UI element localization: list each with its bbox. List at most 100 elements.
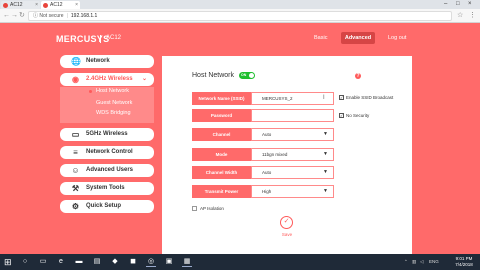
- password-label: Password: [192, 109, 251, 122]
- app-icon[interactable]: ▣: [164, 257, 174, 267]
- sidebar-item-quick-setup[interactable]: ⚙ Quick Setup: [60, 200, 154, 213]
- volume-icon[interactable]: ◁: [420, 258, 423, 266]
- app-icon[interactable]: ◼: [128, 257, 138, 267]
- submenu-item-wds-bridging[interactable]: WDS Bridging: [60, 109, 154, 118]
- browser-toolbar: ← → ↻ ⓘ Not secure | 192.168.1.1 ☆ ⋮: [0, 9, 480, 23]
- address-bar[interactable]: ⓘ Not secure | 192.168.1.1: [28, 11, 452, 21]
- url-text: 192.168.1.1: [70, 13, 98, 19]
- chrome-icon[interactable]: ◎: [146, 257, 156, 267]
- language-indicator[interactable]: ENG: [429, 258, 439, 266]
- menu-icon[interactable]: ⋮: [469, 11, 476, 20]
- ssid-input[interactable]: MERCUSYS_2 I: [251, 92, 334, 105]
- channel-select[interactable]: Auto ▼: [251, 128, 334, 141]
- transmit-power-label: Transmit Power: [192, 185, 251, 198]
- channel-width-value: Auto: [262, 170, 272, 175]
- mode-value: 11bgn mixed: [262, 152, 288, 157]
- channel-row: Channel Auto ▼: [192, 128, 334, 141]
- task-view-icon[interactable]: ▭: [38, 257, 48, 267]
- mode-select[interactable]: 11bgn mixed ▼: [251, 148, 334, 161]
- users-icon: ☺: [71, 166, 80, 175]
- ap-isolation-checkbox[interactable]: AP Isolation: [192, 206, 224, 212]
- windows-start-icon[interactable]: ⊞: [4, 257, 12, 267]
- channel-value: Auto: [262, 132, 272, 137]
- submenu-label: WDS Bridging: [96, 110, 131, 116]
- ssid-label: Network Name (SSID): [192, 92, 251, 105]
- wifi-5g-icon: ▭: [71, 130, 80, 139]
- toggle-knob: [249, 73, 254, 78]
- reload-icon[interactable]: ↻: [19, 11, 25, 20]
- no-security-checkbox[interactable]: ✓ No Security: [339, 113, 369, 119]
- channel-width-row: Channel Width Auto ▼: [192, 166, 334, 179]
- tray-chevron-icon[interactable]: ⌃: [404, 258, 408, 266]
- app-icon[interactable]: ◆: [110, 257, 120, 267]
- checkbox-label: Enable SSID Broadcast: [346, 95, 394, 100]
- transmit-power-select[interactable]: High ▼: [251, 185, 334, 198]
- store-icon[interactable]: ▤: [92, 257, 102, 267]
- submenu-label: Guest Network: [96, 100, 133, 106]
- dropdown-caret-icon: ▼: [323, 131, 328, 137]
- checkbox-unchecked-icon: [192, 206, 197, 212]
- back-icon[interactable]: ←: [3, 11, 10, 20]
- sidebar-item-system-tools[interactable]: ⚒ System Tools: [60, 182, 154, 195]
- save-label[interactable]: Save: [280, 232, 294, 237]
- host-network-panel: Host Network ON ? Network Name (SSID) ME…: [162, 56, 412, 254]
- sidebar-item-network[interactable]: 🌐 Network: [60, 55, 154, 68]
- mode-row: Mode 11bgn mixed ▼: [192, 148, 334, 161]
- logout-link[interactable]: Log out: [388, 35, 406, 41]
- checkbox-checked-icon: ✓: [339, 95, 344, 101]
- save-button[interactable]: ✓: [280, 216, 293, 229]
- sidebar-item-network-control[interactable]: ≡ Network Control: [60, 146, 154, 159]
- dropdown-caret-icon: ▼: [323, 188, 328, 194]
- bookmark-star-icon[interactable]: ☆: [457, 11, 463, 20]
- brand-logo: MERCUSYS: [56, 34, 110, 44]
- channel-width-select[interactable]: Auto ▼: [251, 166, 334, 179]
- router-header: MERCUSYS AC12 Basic Advanced Log out: [0, 23, 480, 51]
- sidebar-item-5ghz-wireless[interactable]: ▭ 5GHz Wireless: [60, 128, 154, 141]
- help-icon[interactable]: ?: [355, 73, 361, 79]
- host-network-toggle[interactable]: ON: [239, 72, 255, 79]
- advanced-button[interactable]: Advanced: [341, 32, 375, 44]
- mercusys-favicon-icon: [43, 2, 48, 8]
- toggle-label: ON: [241, 73, 247, 77]
- dropdown-caret-icon: ▼: [323, 151, 328, 157]
- close-tab-icon[interactable]: ×: [75, 1, 78, 9]
- sidebar-item-advanced-users[interactable]: ☺ Advanced Users: [60, 164, 154, 177]
- app-icon[interactable]: ▦: [182, 257, 192, 267]
- submenu-item-host-network[interactable]: Host Network: [60, 87, 154, 96]
- globe-icon: 🌐: [71, 57, 81, 66]
- logo-divider: [100, 35, 101, 43]
- basic-link[interactable]: Basic: [314, 35, 327, 41]
- window-close-icon[interactable]: ×: [468, 0, 472, 9]
- close-tab-icon[interactable]: ×: [35, 1, 38, 9]
- browser-tab-2[interactable]: AC12 ×: [41, 1, 80, 9]
- file-explorer-icon[interactable]: ▬: [74, 257, 84, 267]
- password-row: Password: [192, 109, 334, 122]
- minimize-icon[interactable]: –: [444, 0, 447, 9]
- tools-icon: ⚒: [71, 184, 80, 193]
- checkbox-checked-icon: ✓: [339, 113, 344, 119]
- text-cursor-icon: I: [323, 95, 325, 101]
- checkbox-label: No Security: [346, 113, 370, 118]
- maximize-icon[interactable]: □: [456, 0, 460, 9]
- clock-date: 7/4/2018: [455, 262, 473, 267]
- channel-label: Channel: [192, 128, 251, 141]
- password-input[interactable]: [251, 109, 334, 122]
- page-title: Host Network: [192, 72, 235, 79]
- sidebar-item-24ghz-wireless[interactable]: ◉ 2.4GHz Wireless ⌄: [60, 73, 154, 86]
- tab-title: AC12: [50, 2, 63, 8]
- security-label: Not secure: [39, 13, 64, 19]
- forward-icon[interactable]: →: [11, 11, 18, 20]
- clock[interactable]: 9:01 PM 7/4/2018: [453, 256, 475, 268]
- wifi-icon: ◉: [72, 75, 79, 84]
- browser-tab-bar: AC12 × AC12 × – □ ×: [0, 0, 480, 9]
- search-icon[interactable]: ○: [20, 257, 30, 267]
- selected-dot-icon: [89, 90, 92, 93]
- model-name: AC12: [106, 35, 122, 41]
- browser-tab-1[interactable]: AC12 ×: [1, 1, 40, 9]
- edge-icon[interactable]: e: [56, 257, 66, 267]
- enable-ssid-broadcast-checkbox[interactable]: ✓ Enable SSID Broadcast: [339, 95, 393, 101]
- network-icon[interactable]: ▥: [412, 258, 416, 266]
- submenu-item-guest-network[interactable]: Guest Network: [60, 99, 154, 108]
- wireless-submenu: Host Network Guest Network WDS Bridging: [60, 87, 154, 123]
- sliders-icon: ≡: [73, 148, 78, 157]
